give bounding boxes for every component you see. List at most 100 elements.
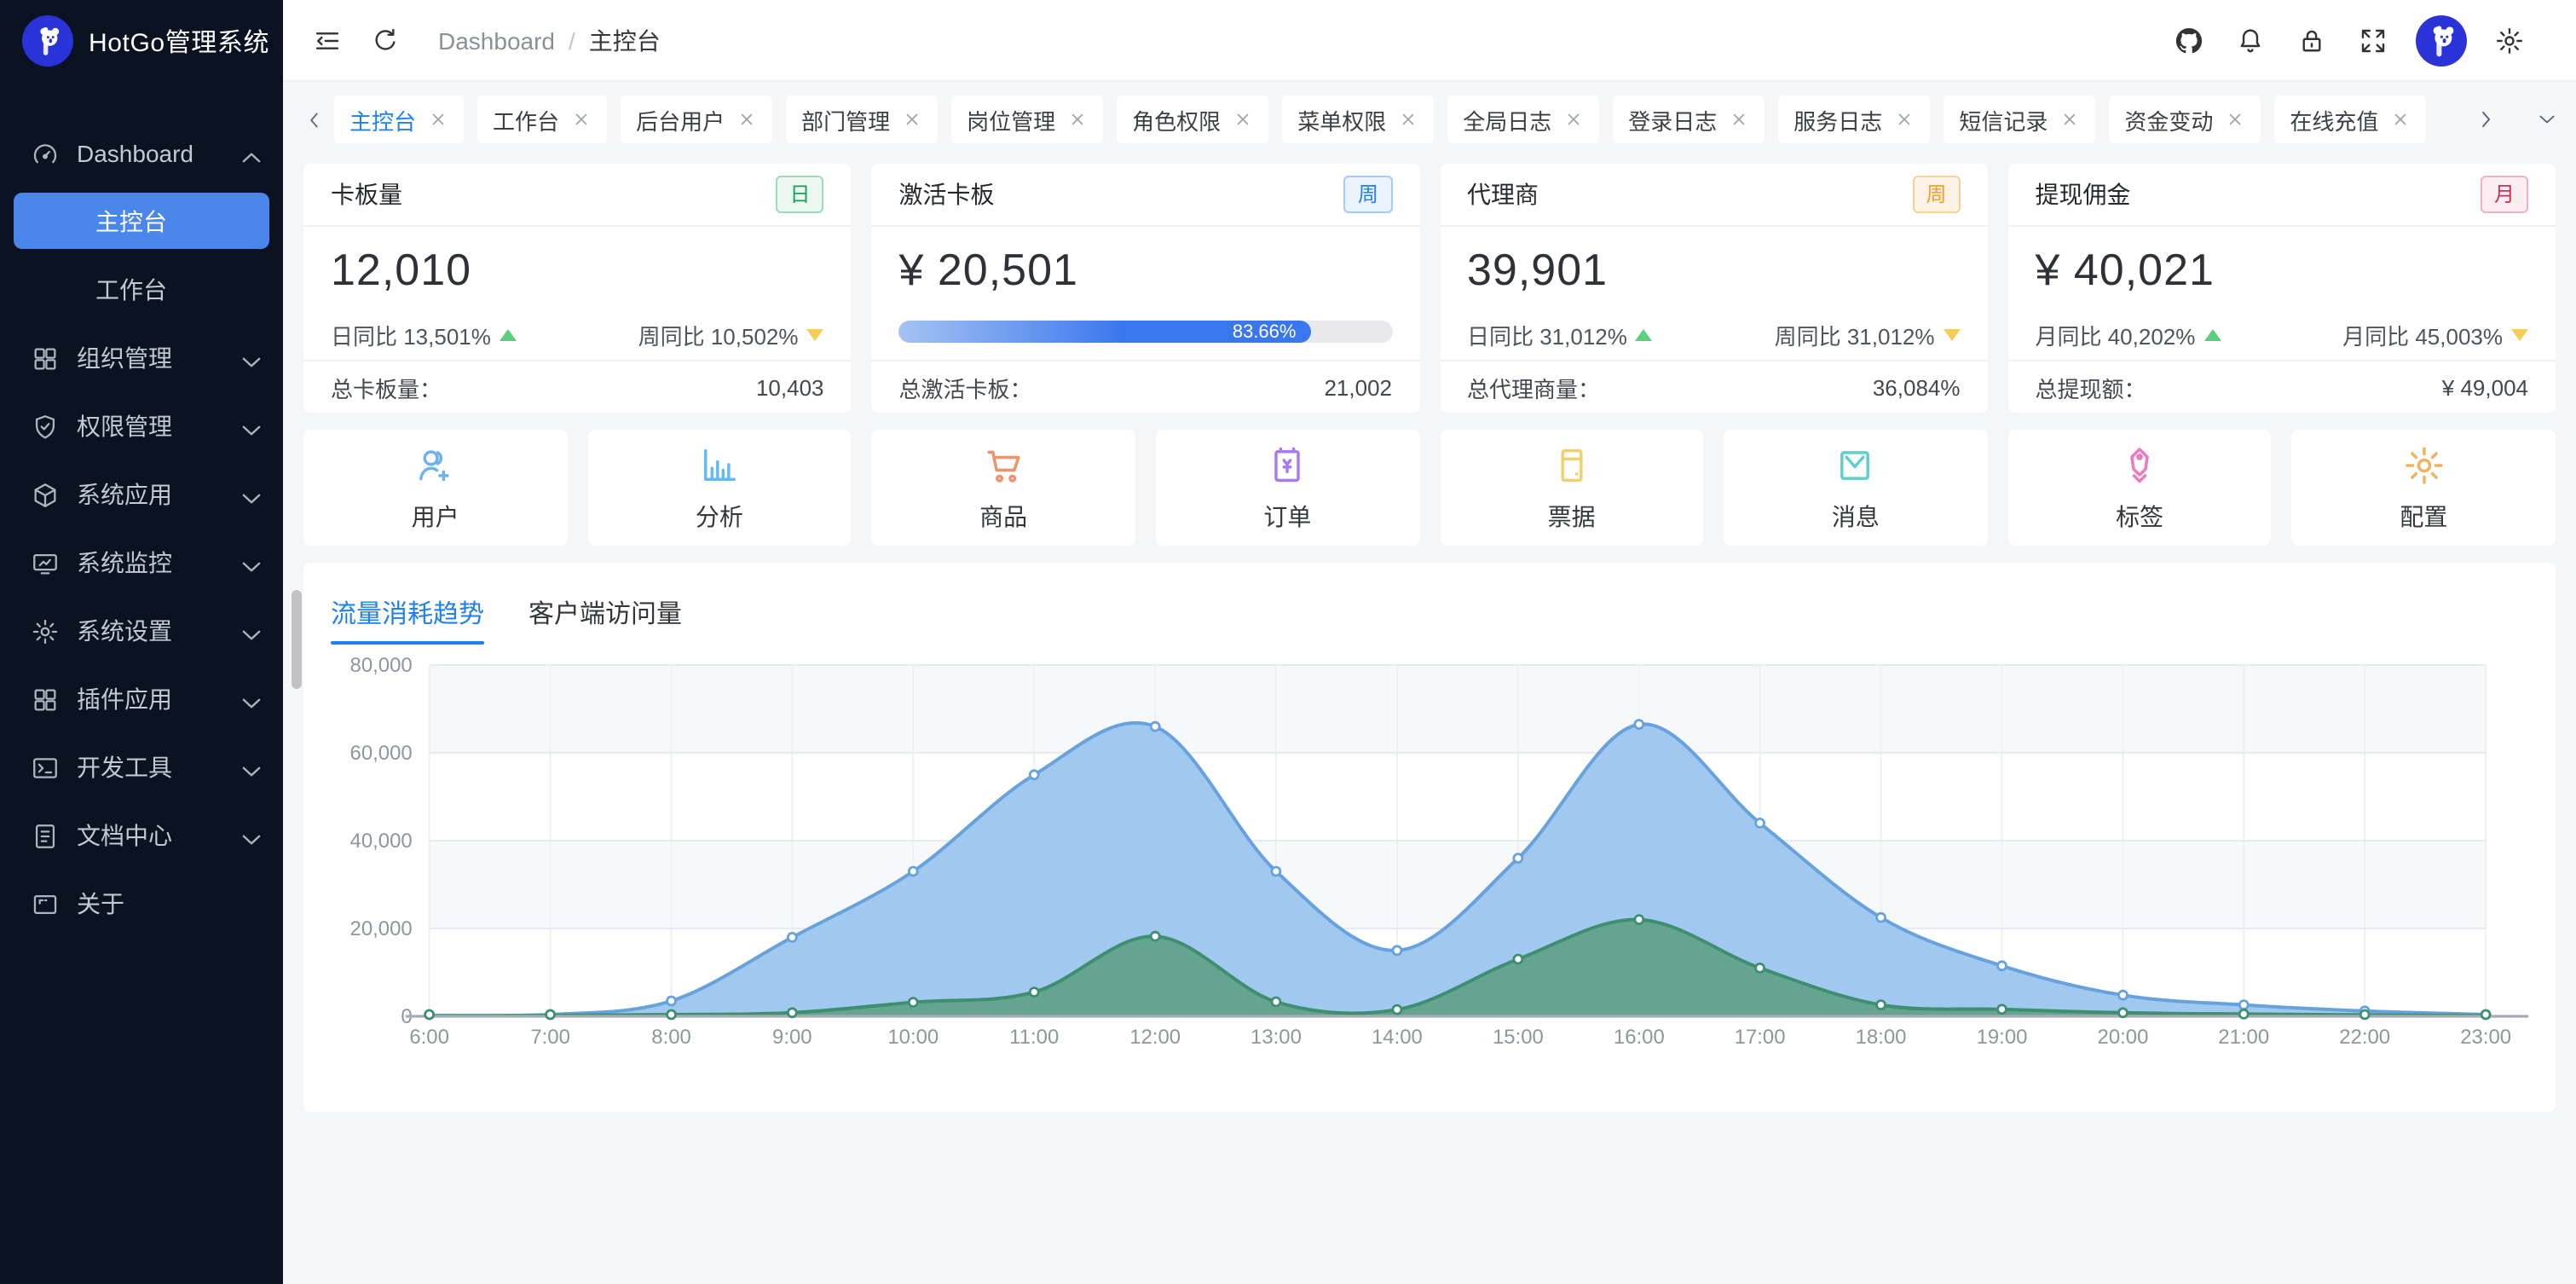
sidebar-item-9[interactable]: 开发工具 (0, 733, 283, 801)
progress-label: 83.66% (1233, 321, 1297, 342)
sidebar-item-7[interactable]: 系统设置 (0, 597, 283, 665)
tab-全局日志[interactable]: 全局日志 (1447, 95, 1599, 143)
monitor-icon (31, 548, 77, 577)
stat-card-title: 卡板量 (331, 177, 402, 211)
quick-action-消息[interactable]: 消息 (1724, 430, 1987, 546)
sidebar-subitem-主控台[interactable]: 主控台 (0, 188, 283, 256)
dashboard-icon (31, 139, 77, 168)
tab-短信记录[interactable]: 短信记录 (1944, 95, 2095, 143)
close-icon[interactable] (1233, 109, 1253, 130)
stat-card-激活卡板: 激活卡板 周 ¥ 20,501 83.66% 总激活卡板： 21,002 (872, 164, 1420, 413)
close-icon[interactable] (1894, 109, 1915, 130)
tab-工作台[interactable]: 工作台 (477, 95, 607, 143)
tab-资金变动[interactable]: 资金变动 (2109, 95, 2261, 143)
tab-后台用户[interactable]: 后台用户 (621, 95, 772, 143)
svg-text:23:00: 23:00 (2460, 1026, 2511, 1049)
quick-action-配置[interactable]: 配置 (2292, 430, 2556, 546)
tab-菜单权限[interactable]: 菜单权限 (1282, 95, 1434, 143)
tab-label: 角色权限 (1132, 103, 1221, 136)
sidebar-item-label: 文档中心 (77, 818, 237, 853)
tab-label: 资金变动 (2124, 103, 2213, 136)
progress-fill: 83.66% (899, 321, 1312, 343)
close-icon[interactable] (2225, 109, 2245, 130)
main-area: Dashboard / 主控台 主控台 工作台 后台用户 部门管理 岗位管理 角… (283, 0, 2576, 1284)
close-icon[interactable] (1398, 109, 1418, 130)
sidebar-subitem-工作台[interactable]: 工作台 (0, 256, 283, 324)
chart-tab-流量消耗趋势[interactable]: 流量消耗趋势 (331, 580, 484, 645)
sidebar-item-label: 权限管理 (77, 409, 237, 443)
collapse-sidebar-icon[interactable] (298, 11, 356, 69)
chevron-down-icon (237, 415, 259, 437)
tab-岗位管理[interactable]: 岗位管理 (951, 95, 1103, 143)
trend-up-icon (2203, 329, 2221, 341)
svg-text:20,000: 20,000 (350, 917, 413, 940)
sidebar-item-3[interactable]: 组织管理 (0, 324, 283, 392)
content-scrollbar-thumb[interactable] (292, 590, 302, 689)
footer-label: 总代理商量： (1467, 371, 1600, 403)
period-badge: 日 (776, 176, 823, 213)
sidebar-item-label: 开发工具 (77, 750, 237, 784)
close-icon[interactable] (571, 109, 592, 130)
svg-text:14:00: 14:00 (1372, 1026, 1423, 1049)
tab-服务日志[interactable]: 服务日志 (1778, 95, 1930, 143)
avatar[interactable] (2416, 14, 2467, 66)
metric: 周同比 10,502% (638, 319, 824, 351)
gear-icon[interactable] (2481, 11, 2538, 69)
breadcrumb-root[interactable]: Dashboard (438, 26, 555, 54)
tab-label: 后台用户 (636, 103, 725, 136)
quick-action-分析[interactable]: 分析 (587, 430, 851, 546)
quick-actions-row: 用户 分析 商品 订单 票据 消息 标签 配置 (303, 430, 2556, 546)
tabs-menu-icon[interactable] (2535, 107, 2559, 131)
trend-down-icon (2511, 329, 2528, 341)
metric-text: 月同比 45,003% (2342, 319, 2503, 351)
close-icon[interactable] (736, 109, 757, 130)
receipt-icon (1550, 442, 1594, 487)
quick-action-商品[interactable]: 商品 (872, 430, 1135, 546)
close-icon[interactable] (2390, 109, 2411, 130)
tab-部门管理[interactable]: 部门管理 (786, 95, 938, 143)
quick-action-票据[interactable]: 票据 (1440, 430, 1703, 546)
sidebar-item-8[interactable]: 插件应用 (0, 665, 283, 733)
github-icon[interactable] (2160, 11, 2218, 69)
bell-icon[interactable] (2221, 11, 2279, 69)
svg-text:60,000: 60,000 (350, 742, 413, 765)
tag-icon (2117, 442, 2162, 487)
sidebar-item-11[interactable]: 关于 (0, 870, 283, 938)
quick-action-订单[interactable]: 订单 (1156, 430, 1419, 546)
chevron-down-icon (237, 552, 259, 574)
close-icon[interactable] (2059, 109, 2080, 130)
sidebar-item-0[interactable]: Dashboard (0, 119, 283, 188)
close-icon[interactable] (1067, 109, 1088, 130)
footer-label: 总卡板量： (331, 371, 442, 403)
stat-card-header: 激活卡板 周 (872, 164, 1420, 227)
sidebar-item-4[interactable]: 权限管理 (0, 392, 283, 460)
chart-tab-客户端访问量[interactable]: 客户端访问量 (528, 580, 682, 645)
tabs-scroll-left-icon[interactable] (293, 95, 334, 143)
reload-icon[interactable] (356, 11, 414, 69)
tab-在线充值[interactable]: 在线充值 (2274, 95, 2426, 143)
svg-text:17:00: 17:00 (1735, 1026, 1786, 1049)
stat-card-body: 12,010 日同比 13,501% 周同比 10,502% (303, 227, 852, 360)
sidebar-item-5[interactable]: 系统应用 (0, 460, 283, 529)
tab-主控台[interactable]: 主控台 (334, 95, 464, 143)
sidebar-item-10[interactable]: 文档中心 (0, 801, 283, 870)
lock-icon[interactable] (2283, 11, 2341, 69)
close-icon[interactable] (428, 109, 448, 130)
chart-tabs: 流量消耗趋势客户端访问量 (331, 580, 2528, 645)
breadcrumb-separator: / (569, 26, 575, 54)
logo[interactable]: HotGo管理系统 (0, 0, 283, 82)
tab-角色权限[interactable]: 角色权限 (1117, 95, 1268, 143)
close-icon[interactable] (902, 109, 922, 130)
sidebar-item-6[interactable]: 系统监控 (0, 529, 283, 597)
tab-label: 主控台 (349, 103, 416, 136)
fullscreen-icon[interactable] (2344, 11, 2402, 69)
close-icon[interactable] (1729, 109, 1749, 130)
footer-value: 21,002 (1324, 374, 1392, 400)
quick-action-用户[interactable]: 用户 (303, 430, 567, 546)
close-icon[interactable] (1563, 109, 1584, 130)
tab-登录日志[interactable]: 登录日志 (1613, 95, 1765, 143)
quick-action-标签[interactable]: 标签 (2008, 430, 2272, 546)
tabs-scroll-right-icon[interactable] (2474, 107, 2498, 131)
footer-value: 10,403 (756, 374, 824, 400)
tab-label: 全局日志 (1463, 103, 1551, 136)
